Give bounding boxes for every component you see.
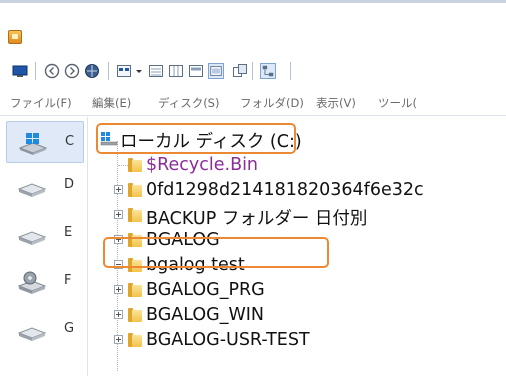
menu-disk[interactable]: ディスク(S) [158,95,219,111]
drive-item-g[interactable]: G [6,309,84,351]
folder-icon [128,158,142,172]
toolbar-separator [35,62,36,80]
tree-item[interactable]: BGALOG-USR-TEST [96,329,496,353]
expand-icon[interactable] [114,285,123,294]
tree-item-label: BGALOG_PRG [146,280,265,300]
drive-list: C D E F G [0,117,88,376]
globe-icon[interactable] [84,63,100,79]
forward-icon[interactable] [64,63,80,79]
tree-item[interactable]: BGALOG_PRG [96,279,496,303]
folder-icon [128,183,142,197]
network-icon[interactable] [260,63,276,79]
copy-icon[interactable] [232,63,248,79]
toolbar [0,56,506,86]
hard-drive-icon [17,183,47,197]
tree-item[interactable]: 0fd1298d214181820364f6e32c [96,179,506,203]
folder-icon [128,308,142,322]
view-small-icon[interactable] [188,63,204,79]
tree-item[interactable]: BGALOG_WIN [96,304,496,328]
drive-letter: D [64,177,75,192]
dvd-drive-icon [17,271,47,294]
tree-guide-line [118,165,128,166]
highlight-box-bgalog [103,237,329,268]
view-large-icon[interactable] [208,63,224,79]
expand-icon[interactable] [114,210,123,219]
view-details-icon[interactable] [168,63,184,79]
toolbar-separator [252,62,253,80]
drive-letter: C [65,134,75,149]
windows-drive-icon [18,133,48,155]
menu-view[interactable]: 表示(V) [316,95,356,111]
menu-edit[interactable]: 編集(E) [92,95,131,111]
tree-item-label: BGALOG_WIN [146,305,264,325]
drive-item-f[interactable]: F [6,261,84,303]
menu-bar: ファイル(F) 編集(E) ディスク(S) フォルダ(D) 表示(V) ツール( [0,88,506,116]
dropdown-icon[interactable] [134,63,144,79]
tree-item[interactable]: $Recycle.Bin [96,154,496,178]
drive-letter: E [64,225,73,240]
app-icon [8,30,22,44]
view-list-icon[interactable] [148,63,164,79]
drive-letter: G [64,321,75,336]
view-icon[interactable] [116,63,132,79]
expand-icon[interactable] [114,335,123,344]
menu-file[interactable]: ファイル(F) [10,95,72,111]
window-top-border [0,0,506,3]
expand-icon[interactable] [114,310,123,319]
drive-item-c[interactable]: C [6,121,84,163]
toolbar-separator [108,62,109,80]
tree-item-label: 0fd1298d214181820364f6e32c [146,180,424,200]
tree-item-label: $Recycle.Bin [146,155,259,175]
tree-item[interactable]: BACKUP フォルダー 日付別 [96,204,496,229]
tree-item-label: BGALOG-USR-TEST [146,330,310,350]
back-icon[interactable] [44,63,60,79]
drive-letter: F [64,273,72,288]
tree-item-label: BACKUP フォルダー 日付別 [146,209,368,229]
folder-icon [128,208,142,222]
expand-icon[interactable] [114,185,123,194]
drive-item-d[interactable]: D [6,165,84,207]
monitor-icon[interactable] [12,63,28,79]
hard-drive-icon [17,231,47,245]
folder-icon [128,283,142,297]
menu-folder[interactable]: フォルダ(D) [240,95,304,111]
title-bar [0,4,506,56]
hard-drive-icon [17,327,47,341]
menu-tools[interactable]: ツール( [378,95,417,111]
highlight-box-root [96,123,296,154]
toolbar-separator [290,62,291,80]
folder-icon [128,333,142,347]
drive-item-e[interactable]: E [6,213,84,255]
